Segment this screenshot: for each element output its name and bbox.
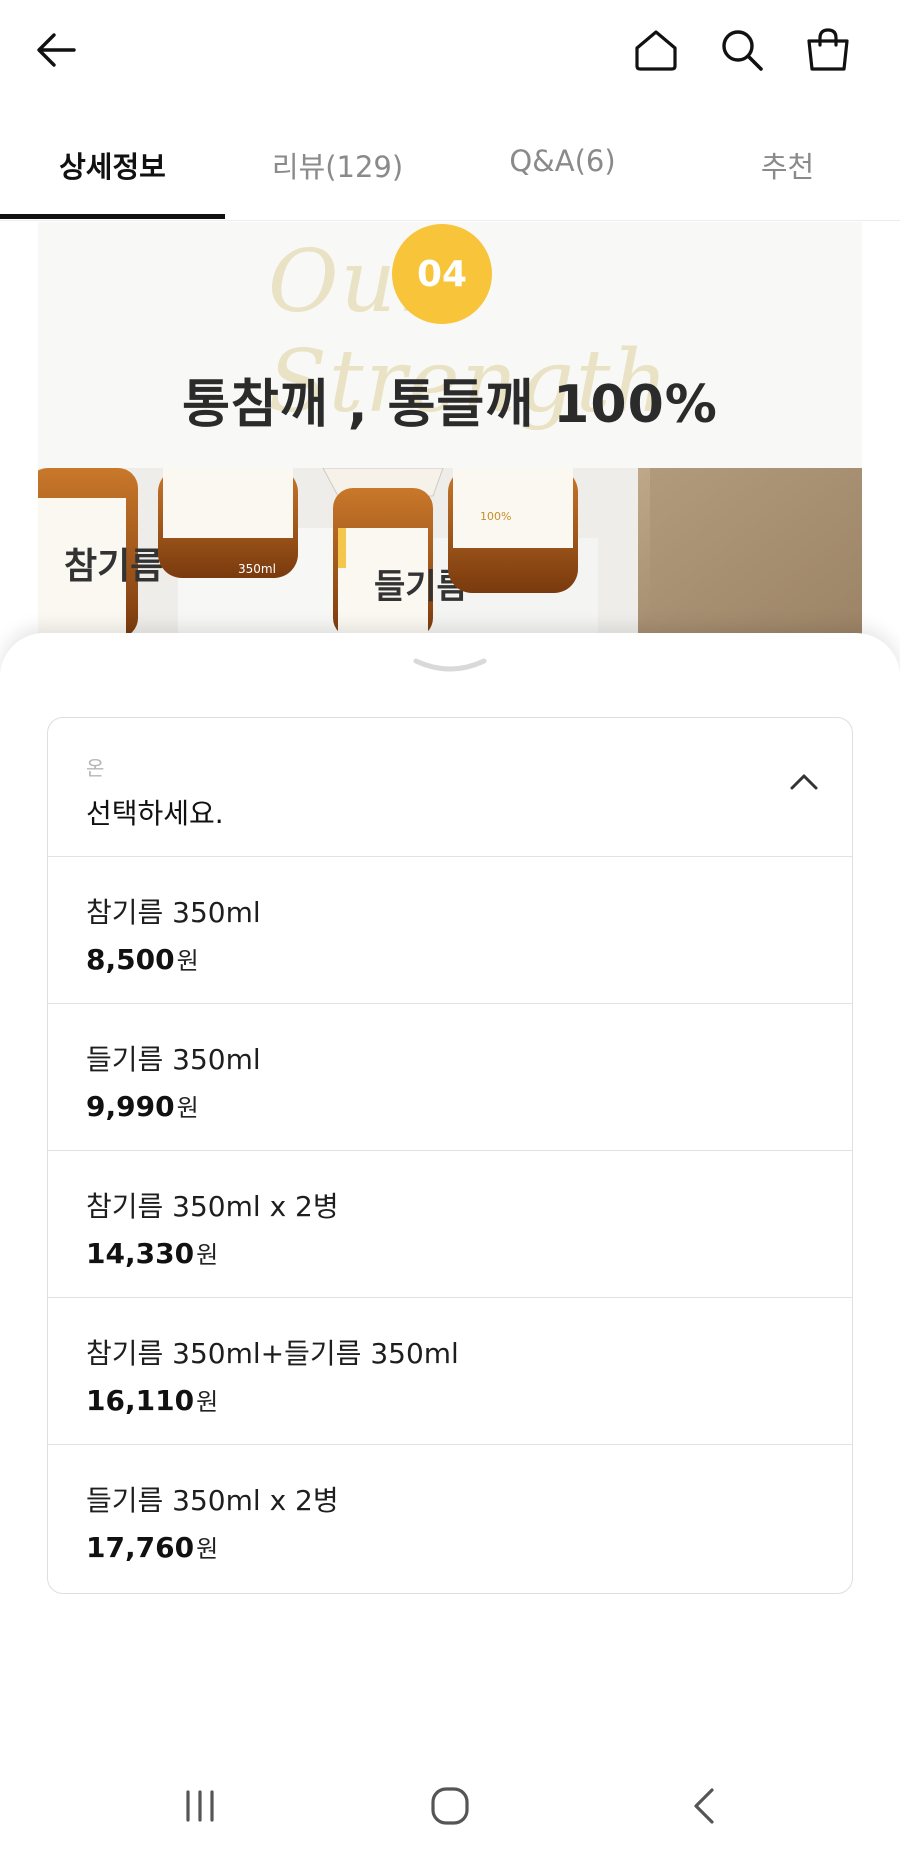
tab-details[interactable]: 상세정보	[0, 118, 225, 220]
option-price: 9,990원	[86, 1088, 199, 1123]
tab-label: Q&A(6)	[509, 144, 616, 178]
active-tab-indicator	[0, 214, 225, 219]
system-home-icon	[431, 1787, 469, 1825]
option-price-value: 9,990	[86, 1090, 175, 1123]
tab-qna[interactable]: Q&A(6)	[450, 118, 675, 220]
tab-label: 상세정보	[59, 150, 166, 184]
option-item[interactable]: 들기름 350ml 9,990원	[48, 1004, 852, 1151]
option-name: 참기름 350ml x 2병	[86, 1190, 339, 1223]
option-item[interactable]: 들기름 350ml x 2병 17,760원	[48, 1445, 852, 1593]
option-price: 16,110원	[86, 1382, 218, 1417]
option-select-placeholder: 선택하세요.	[86, 797, 224, 830]
chevron-up-icon	[790, 774, 818, 790]
top-app-bar	[0, 0, 900, 100]
oil-bottles-illustration: 참기름 350ml 들기름 100%	[38, 468, 862, 638]
tab-reviews[interactable]: 리뷰(129)	[225, 118, 450, 220]
option-bottom-sheet: 온 선택하세요. 참기름 350ml 8,500원 들기름 350ml 9,99…	[0, 633, 900, 1856]
option-item[interactable]: 참기름 350ml 8,500원	[48, 857, 852, 1004]
recent-apps-icon	[186, 1790, 214, 1822]
sheet-collapse-handle[interactable]	[410, 655, 490, 679]
option-item[interactable]: 참기름 350ml+들기름 350ml 16,110원	[48, 1298, 852, 1445]
system-navigation-bar	[0, 1760, 900, 1856]
option-price-value: 14,330	[86, 1237, 195, 1270]
option-select-header[interactable]: 온 선택하세요.	[48, 718, 852, 857]
option-item[interactable]: 참기름 350ml x 2병 14,330원	[48, 1151, 852, 1298]
option-select-label: 온	[86, 756, 105, 780]
option-price-currency: 원	[176, 1094, 199, 1122]
option-price-value: 16,110	[86, 1384, 195, 1417]
home-icon	[635, 30, 677, 71]
section-number-badge: 04	[392, 224, 492, 324]
option-price: 8,500원	[86, 941, 199, 976]
product-tabs: 상세정보 리뷰(129) Q&A(6) 추천	[0, 118, 900, 221]
option-select: 온 선택하세요. 참기름 350ml 8,500원 들기름 350ml 9,99…	[47, 717, 853, 1594]
search-icon	[722, 30, 763, 71]
product-detail-banner: Our Strength 04 통참깨 , 통들깨 100%	[38, 222, 862, 470]
home-button[interactable]	[626, 20, 686, 80]
option-price-value: 8,500	[86, 943, 175, 976]
back-button[interactable]	[28, 24, 84, 76]
option-price-value: 17,760	[86, 1531, 195, 1564]
system-back-button[interactable]	[664, 1776, 744, 1836]
bottle-volume: 350ml	[238, 562, 276, 576]
option-price: 17,760원	[86, 1529, 218, 1564]
option-price-currency: 원	[196, 1241, 219, 1269]
shopping-bag-button[interactable]	[798, 20, 858, 80]
tab-label: 추천	[760, 150, 815, 184]
option-price-currency: 원	[196, 1535, 219, 1563]
option-price-currency: 원	[196, 1388, 219, 1416]
chevron-down-icon	[413, 658, 487, 672]
recent-apps-button[interactable]	[160, 1776, 240, 1836]
arrow-left-icon	[37, 33, 76, 67]
bottle-label: 참기름	[64, 546, 163, 587]
banner-headline: 통참깨 , 통들깨 100%	[182, 375, 718, 435]
search-button[interactable]	[712, 20, 772, 80]
bottle-note: 100%	[480, 510, 511, 523]
option-name: 들기름 350ml	[86, 1043, 261, 1076]
system-home-button[interactable]	[410, 1776, 490, 1836]
tab-label: 리뷰(129)	[271, 150, 404, 184]
system-back-icon	[694, 1788, 714, 1824]
option-price: 14,330원	[86, 1235, 218, 1270]
shopping-bag-icon	[807, 28, 849, 71]
product-photo: 참기름 350ml 들기름 100%	[38, 468, 862, 638]
tab-recommend[interactable]: 추천	[675, 118, 900, 220]
option-price-currency: 원	[176, 947, 199, 975]
option-name: 참기름 350ml+들기름 350ml	[86, 1337, 459, 1370]
option-name: 참기름 350ml	[86, 896, 261, 929]
option-name: 들기름 350ml x 2병	[86, 1484, 339, 1517]
